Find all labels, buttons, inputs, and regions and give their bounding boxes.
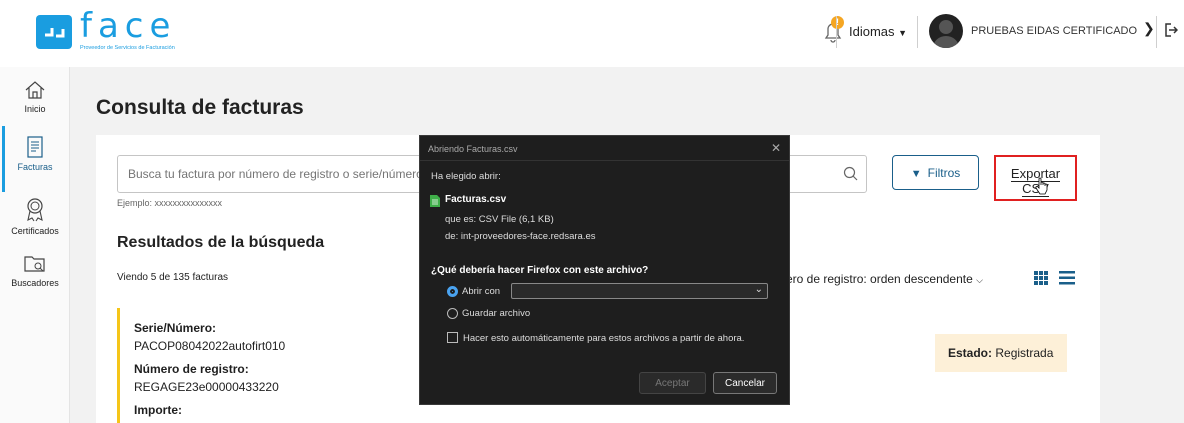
face-logo-icon[interactable]: [36, 15, 72, 49]
caret-down-icon: ▼: [898, 28, 908, 38]
top-header: face Proveedor de Servicios de Facturaci…: [0, 0, 1184, 67]
page-title: Consulta de facturas: [96, 96, 304, 119]
registro-value: REGAGE23e00000433220: [134, 380, 279, 394]
open-with-select[interactable]: ⌄: [511, 283, 768, 299]
languages-dropdown[interactable]: Idiomas ▼: [849, 24, 907, 39]
header-divider: [1156, 16, 1157, 48]
sidebar-item-label: Inicio: [24, 104, 46, 114]
dialog-divider: [420, 160, 789, 161]
dialog-question: ¿Qué debería hacer Firefox con este arch…: [431, 265, 649, 276]
sidebar: Inicio Facturas Certificados Buscadores: [0, 67, 70, 423]
open-with-radio[interactable]: [447, 286, 458, 297]
sort-label: ero de registro: orden descendente: [786, 272, 973, 286]
registro-label: Número de registro:: [134, 362, 249, 376]
status-value: Registrada: [995, 346, 1054, 360]
cancel-button[interactable]: Cancelar: [713, 372, 777, 394]
filters-label: Filtros: [927, 165, 961, 180]
file-source: de: int-proveedores-face.redsara.es: [445, 231, 596, 242]
notification-badge: !: [831, 16, 844, 29]
header-divider: [917, 16, 918, 48]
chosen-text: Ha elegido abrir:: [431, 171, 501, 182]
open-with-label: Abrir con: [462, 286, 501, 297]
logout-icon[interactable]: [1164, 22, 1178, 38]
languages-label: Idiomas: [849, 24, 895, 39]
filter-icon: ▼: [910, 167, 922, 180]
results-count: Viendo 5 de 135 facturas: [117, 272, 229, 283]
importe-label: Importe:: [134, 403, 182, 417]
accept-button[interactable]: Aceptar: [639, 372, 706, 394]
auto-label: Hacer esto automáticamente para estos ar…: [463, 333, 745, 344]
hand-cursor-icon: [1035, 177, 1048, 195]
results-title: Resultados de la búsqueda: [117, 234, 325, 251]
folder-search-icon: [24, 256, 45, 272]
sidebar-item-inicio[interactable]: Inicio: [0, 79, 70, 114]
save-file-label: Guardar archivo: [462, 308, 531, 319]
search-hint: Ejemplo: xxxxxxxxxxxxxxx: [117, 198, 223, 208]
sidebar-item-certificados[interactable]: Certificados: [0, 197, 70, 236]
file-name: Facturas.csv: [445, 194, 507, 205]
csv-file-icon: [430, 195, 440, 207]
auto-checkbox[interactable]: [447, 332, 458, 343]
dialog-title: Abriendo Facturas.csv: [428, 144, 518, 154]
header-divider: [836, 16, 837, 48]
invoice-icon: [27, 136, 43, 158]
close-icon[interactable]: ✕: [771, 141, 781, 155]
chevron-down-icon[interactable]: ❯: [1143, 20, 1155, 37]
logo-text: face: [80, 6, 177, 46]
file-type: que es: CSV File (6,1 KB): [445, 214, 554, 225]
search-icon[interactable]: [843, 166, 859, 182]
sidebar-item-label: Certificados: [11, 226, 59, 236]
user-name[interactable]: PRUEBAS EIDAS CERTIFICADO: [971, 25, 1137, 37]
save-file-radio[interactable]: [447, 308, 458, 319]
serie-value: PACOP08042022autofirt010: [134, 339, 286, 353]
status-badge: Estado: Registrada: [935, 334, 1067, 372]
serie-label: Serie/Número:: [134, 321, 217, 335]
sidebar-item-label: Buscadores: [11, 278, 59, 288]
list-view-icon[interactable]: [1059, 271, 1075, 285]
status-label: Estado:: [948, 346, 993, 360]
sidebar-item-facturas[interactable]: Facturas: [0, 135, 70, 172]
home-icon: [25, 81, 45, 99]
certificate-icon: [27, 198, 43, 222]
avatar[interactable]: [929, 14, 963, 48]
open-file-dialog: Abriendo Facturas.csv ✕ Ha elegido abrir…: [419, 135, 790, 405]
chevron-down-icon: ⌵: [976, 275, 983, 285]
chevron-down-icon: ⌄: [754, 284, 763, 295]
sort-dropdown[interactable]: ero de registro: orden descendente ⌵: [786, 272, 983, 286]
logo-subtitle: Proveedor de Servicios de Facturación: [80, 45, 175, 51]
sidebar-item-label: Facturas: [17, 162, 53, 172]
sidebar-item-buscadores[interactable]: Buscadores: [0, 253, 70, 288]
grid-view-icon[interactable]: [1034, 271, 1048, 285]
filters-button[interactable]: ▼ Filtros: [892, 155, 979, 190]
